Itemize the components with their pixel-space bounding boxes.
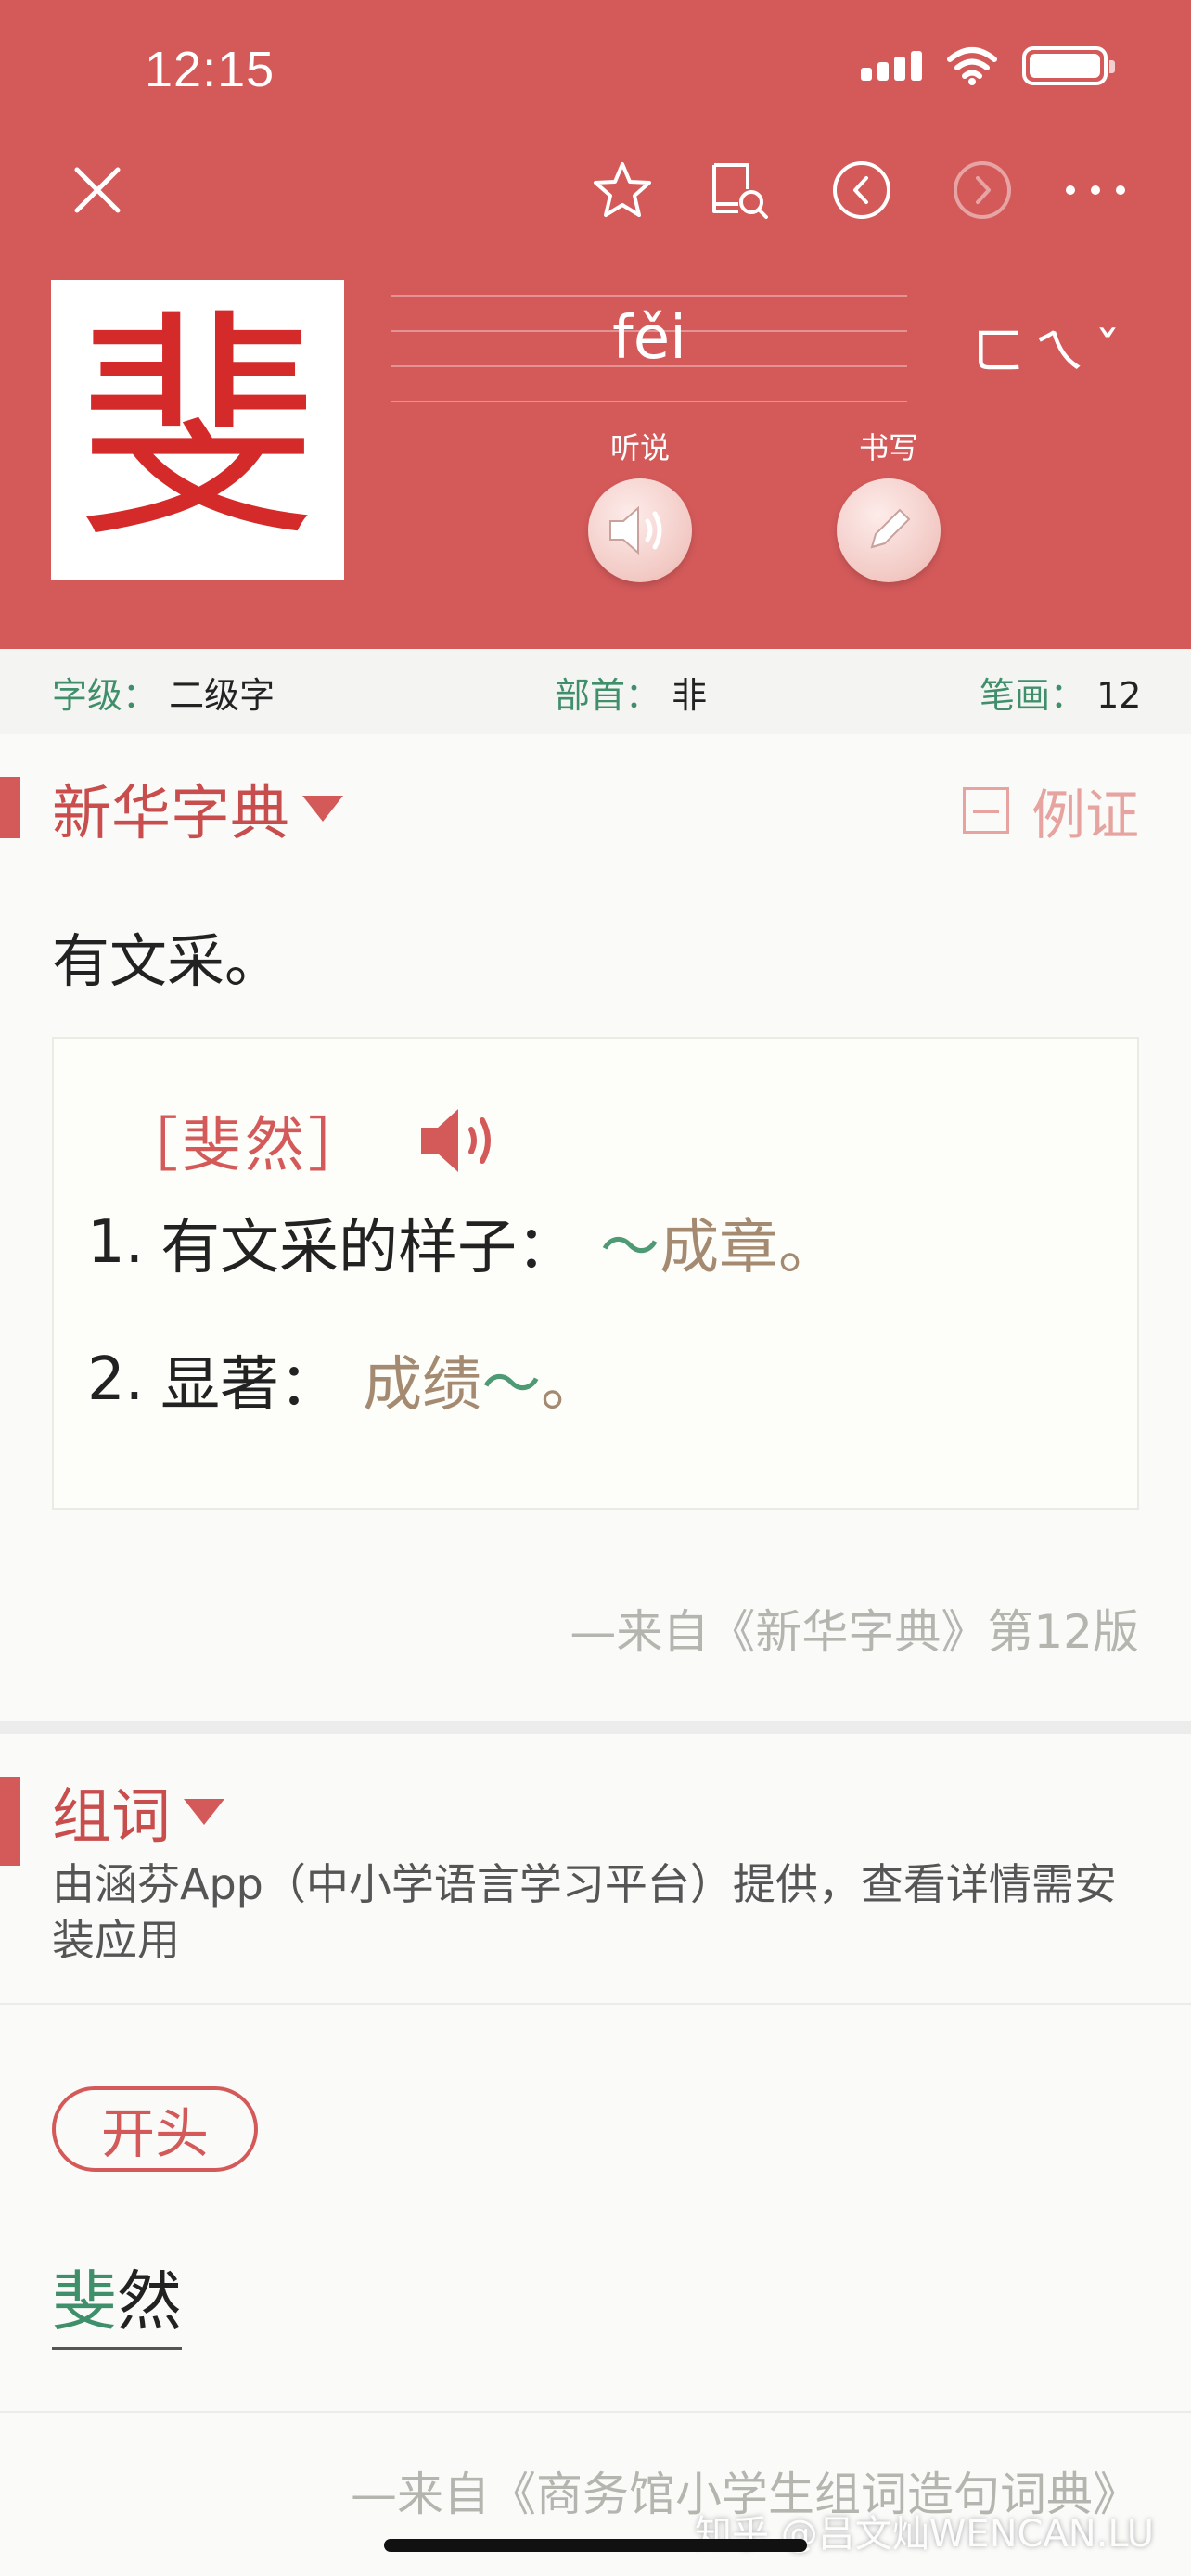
radical-info: 部首： 非 (555, 674, 708, 716)
example-toggle-label: 例证 (1031, 784, 1139, 847)
definition-text: 有文采。 (52, 927, 283, 995)
dropdown-triangle-icon (184, 1799, 224, 1825)
speaker-icon (609, 505, 662, 555)
section-divider (0, 1721, 1191, 1734)
compound-title: 组词 (52, 1783, 171, 1852)
strokes-label: 笔画 (980, 674, 1051, 716)
dropdown-triangle-icon (302, 796, 343, 822)
level-info: 字级： 二级字 (52, 674, 275, 716)
zhuyin: ㄈㄟˇ (972, 322, 1130, 382)
write-button[interactable] (837, 478, 941, 582)
section-marker (0, 1777, 20, 1866)
write-label: 书写 (858, 430, 918, 465)
example-toggle-button[interactable]: 例证 (962, 772, 1139, 849)
book-search-icon (712, 163, 768, 219)
word-entry-box: ［斐然］ 1. 有文采的样子： ～ 成章 。 2. 显著： 成绩 ～ 。 (52, 1037, 1139, 1510)
status-time: 12:15 (145, 42, 275, 97)
compound-selector[interactable]: 组词 (52, 1769, 224, 1855)
character-box: 斐 (51, 280, 344, 580)
chevron-right-circle-icon (954, 161, 1011, 219)
listen-label: 听说 (609, 430, 670, 465)
level-value: 二级字 (169, 674, 275, 716)
more-button[interactable] (1063, 158, 1128, 223)
section-marker (0, 777, 20, 838)
dictionary-selector[interactable]: 新华字典 (52, 766, 343, 851)
headword-character: 斐 (77, 290, 318, 570)
sense-2: 2. 显著： 成绩 ～ 。 (87, 1345, 601, 1420)
compound-word-link[interactable]: 斐然 (52, 2250, 182, 2350)
status-icons (861, 46, 1115, 85)
book-search-button[interactable] (707, 158, 772, 223)
more-icon (1066, 185, 1125, 195)
battery-icon (1022, 46, 1115, 85)
dictionary-title: 新华字典 (52, 780, 289, 848)
home-indicator[interactable] (384, 2539, 807, 2552)
word-speaker-icon[interactable] (417, 1105, 508, 1176)
pencil-icon (870, 508, 911, 549)
header: 12:15 斐 fěi ㄈㄟˇ 听说 书写 (0, 0, 1191, 649)
divider (0, 2003, 1191, 2005)
word-headword: ［斐然］ (119, 1112, 371, 1180)
character-info-bar: 字级： 二级字 部首： 非 笔画： 12 (0, 649, 1191, 734)
radical-label: 部首 (555, 674, 626, 716)
collapse-icon (962, 787, 1009, 834)
word-entry-head: ［斐然］ (119, 1098, 508, 1183)
pinyin-staff: fěi (391, 295, 907, 402)
cellular-signal-icon (861, 51, 922, 81)
strokes-value: 12 (1096, 674, 1142, 716)
favorite-button[interactable] (590, 158, 655, 223)
tag-start[interactable]: 开头 (52, 2086, 258, 2172)
listen-button[interactable] (588, 478, 692, 582)
level-label: 字级 (52, 674, 123, 716)
pinyin: fěi (612, 304, 686, 373)
close-icon (74, 167, 121, 213)
close-button[interactable] (65, 158, 130, 223)
wifi-icon (947, 47, 997, 85)
divider (0, 2411, 1191, 2413)
radical-value: 非 (672, 674, 708, 716)
dictionary-source: —来自《新华字典》第12版 (570, 1605, 1139, 1659)
sense-1: 1. 有文采的样子： ～ 成章 。 (87, 1208, 839, 1282)
star-icon (594, 162, 651, 217)
provider-note[interactable]: 由涵芬App（中小学语言学习平台）提供，查看详情需安装应用 (52, 1856, 1137, 1968)
chevron-left-circle-icon (833, 161, 890, 219)
next-button[interactable] (950, 158, 1015, 223)
strokes-info: 笔画： 12 (980, 674, 1142, 716)
previous-button[interactable] (829, 158, 894, 223)
